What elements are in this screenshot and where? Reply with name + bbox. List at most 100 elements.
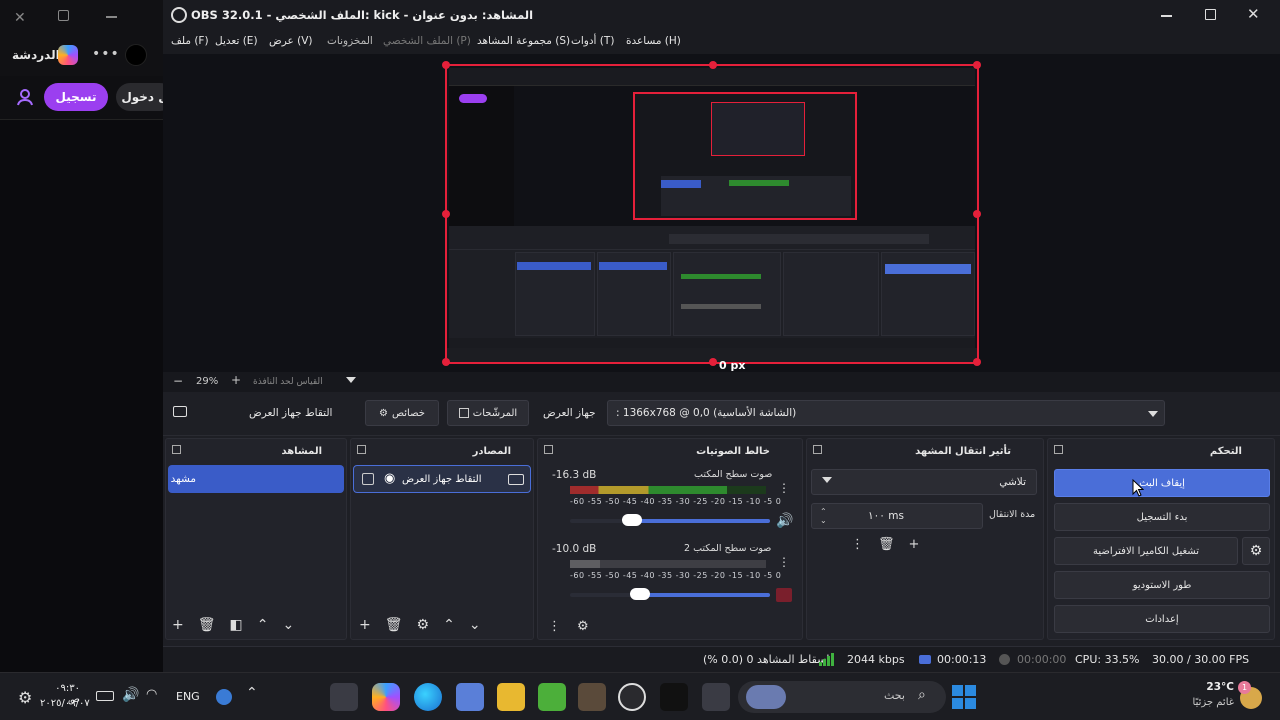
undock-icon[interactable] (172, 445, 181, 454)
add-scene-button[interactable]: + (172, 617, 184, 633)
advanced-audio-icon[interactable]: ⚙ (577, 619, 589, 634)
menu-edit[interactable]: تعديل (E) (215, 35, 258, 47)
battery-icon[interactable] (96, 691, 114, 701)
start-recording-button[interactable]: بدء التسجيل (1054, 503, 1270, 531)
menu-view[interactable]: عرض (V) (269, 35, 312, 47)
eye-icon[interactable]: ◉ (384, 471, 395, 486)
copilot-icon[interactable] (58, 45, 78, 65)
trash-icon[interactable]: 🗑 (198, 617, 216, 633)
menu-help[interactable]: مساعدة (H) (626, 35, 681, 47)
trash-icon[interactable]: 🗑 (385, 617, 403, 633)
menu-scene-collection[interactable]: مجموعة المشاهد (S) (477, 35, 570, 47)
signal-icon (819, 653, 834, 666)
store-icon[interactable] (330, 683, 358, 711)
channel-meter (570, 560, 766, 568)
zoom-fit-label[interactable]: القياس لحد النافذة (253, 377, 323, 387)
minimize-icon[interactable] (1161, 15, 1172, 17)
dropped-frames: إسقاط المشاهد 0 (0.0 %) (703, 653, 830, 666)
more-icon[interactable]: ••• (92, 46, 120, 62)
copilot-icon[interactable] (372, 683, 400, 711)
undock-icon[interactable] (357, 445, 366, 454)
undock-icon[interactable] (544, 445, 553, 454)
stream-icon (919, 655, 931, 664)
add-transition-button[interactable]: + (909, 537, 920, 552)
edge-icon[interactable] (414, 683, 442, 711)
speaker-muted-icon[interactable] (776, 588, 792, 602)
chevron-down-icon[interactable]: ⌄ (469, 617, 481, 633)
file-explorer-icon[interactable] (497, 683, 525, 711)
gear-icon[interactable]: ⚙ (417, 617, 430, 633)
weather-desc[interactable]: غائم جزئيًا (1176, 697, 1234, 708)
source-bounding-box[interactable] (442, 61, 981, 366)
chevron-up-icon[interactable]: ⌃ (257, 617, 269, 633)
mixer-menu-icon[interactable]: ⋮ (548, 619, 561, 634)
preview-canvas[interactable]: 0 px (163, 54, 1280, 372)
user-icon[interactable] (16, 88, 34, 106)
studio-mode-button[interactable]: طور الاستوديو (1054, 571, 1270, 599)
settings-icon[interactable]: ⚙ (18, 688, 32, 707)
spin-arrows-icon[interactable]: ⌃ ⌄ (820, 507, 827, 525)
undock-icon[interactable] (813, 445, 822, 454)
virtual-camera-button[interactable]: تشغيل الكاميرا الافتراضية (1054, 537, 1238, 565)
transition-menu-icon[interactable]: ⋮ (851, 537, 864, 552)
speaker-icon[interactable]: 🔊 (776, 513, 793, 529)
filters-button[interactable]: المرشّحات (447, 400, 529, 426)
profile-icon[interactable] (125, 44, 147, 66)
tiktok-icon[interactable] (660, 683, 688, 711)
undock-icon[interactable] (1054, 445, 1063, 454)
volume-slider[interactable] (570, 514, 770, 526)
zoom-out-button[interactable]: − (173, 374, 183, 388)
game-icon[interactable] (578, 683, 606, 711)
chevron-up-icon[interactable]: ⌃ (443, 617, 455, 633)
controls-title: التحكم (1209, 445, 1242, 457)
trash-icon[interactable]: 🗑 (878, 537, 895, 552)
obs-icon[interactable] (618, 683, 646, 711)
channel-menu-icon[interactable]: ⋮ (778, 556, 790, 568)
add-source-button[interactable]: + (359, 617, 371, 633)
menu-bar: ملف (F) تعديل (E) عرض (V) المخزونات المل… (163, 30, 1280, 54)
language-indicator[interactable]: ENG (176, 690, 200, 703)
volume-slider[interactable] (570, 588, 770, 600)
start-icon[interactable] (952, 685, 976, 709)
menu-profile[interactable]: الملف الشخصي (P) (383, 35, 471, 47)
chevron-up-icon[interactable]: ⌃ (246, 685, 258, 701)
gear-icon[interactable]: ⚙ (1242, 537, 1270, 565)
lock-icon[interactable] (362, 473, 374, 485)
roblox-icon[interactable] (456, 683, 484, 711)
onedrive-icon[interactable] (216, 689, 232, 705)
menu-docks[interactable]: المخزونات (327, 35, 373, 47)
menu-tools[interactable]: أدوات (T) (571, 35, 614, 47)
properties-button[interactable]: ⚙ خصائص (365, 400, 439, 426)
scene-item[interactable]: مشهد (168, 465, 344, 493)
chevron-down-icon[interactable] (346, 377, 356, 383)
window-title: OBS 32.0.1 - الملف الشخصي: kick - المشاه… (191, 8, 534, 22)
display-select[interactable]: (الشاشة الأساسية) 1366x768 @ 0,0 : (607, 400, 1165, 426)
minecraft-icon[interactable] (538, 683, 566, 711)
window-icon[interactable] (702, 683, 730, 711)
channel-menu-icon[interactable]: ⋮ (778, 482, 790, 494)
chevron-down-icon[interactable]: ⌄ (282, 617, 294, 633)
browser-window: ✕ الدردشة ••• تسجيل ل دخول (0, 0, 174, 672)
clock-date[interactable]: ٢٠٢٥/٠٩/٠٧ (40, 698, 90, 709)
settings-button[interactable]: إعدادات (1054, 605, 1270, 633)
zoom-value: 29% (196, 376, 219, 387)
minimize-icon[interactable] (106, 16, 117, 18)
volume-icon[interactable]: 🔊 (122, 687, 139, 703)
transition-select[interactable]: تلاشي (811, 469, 1037, 495)
menu-file[interactable]: ملف (F) (171, 35, 209, 47)
meter-ticks: -60 -55 -50 -45 -40 -35 -30 -25 -20 -15 … (570, 571, 782, 580)
signup-button[interactable]: تسجيل (44, 83, 108, 111)
duration-spinbox[interactable]: ⌃ ⌄ ١٠٠ ms (811, 503, 983, 529)
close-icon[interactable]: ✕ (1247, 5, 1260, 23)
zoom-in-button[interactable]: + (231, 373, 241, 387)
source-item[interactable]: ◉ التقاط جهاز العرض (353, 465, 531, 493)
taskbar-search[interactable]: بحث ⌕ (738, 681, 946, 713)
close-icon[interactable]: ✕ (14, 10, 26, 26)
stop-streaming-button[interactable]: إيقاف البث (1054, 469, 1270, 497)
maximize-icon[interactable] (1205, 9, 1216, 20)
scene-filters-icon[interactable]: ◧ (230, 617, 243, 633)
wifi-icon[interactable]: ◠ (146, 687, 157, 702)
weather-temp[interactable]: 23°C (1196, 681, 1234, 693)
restore-icon[interactable] (58, 10, 69, 21)
scenes-title: المشاهد (281, 445, 322, 457)
